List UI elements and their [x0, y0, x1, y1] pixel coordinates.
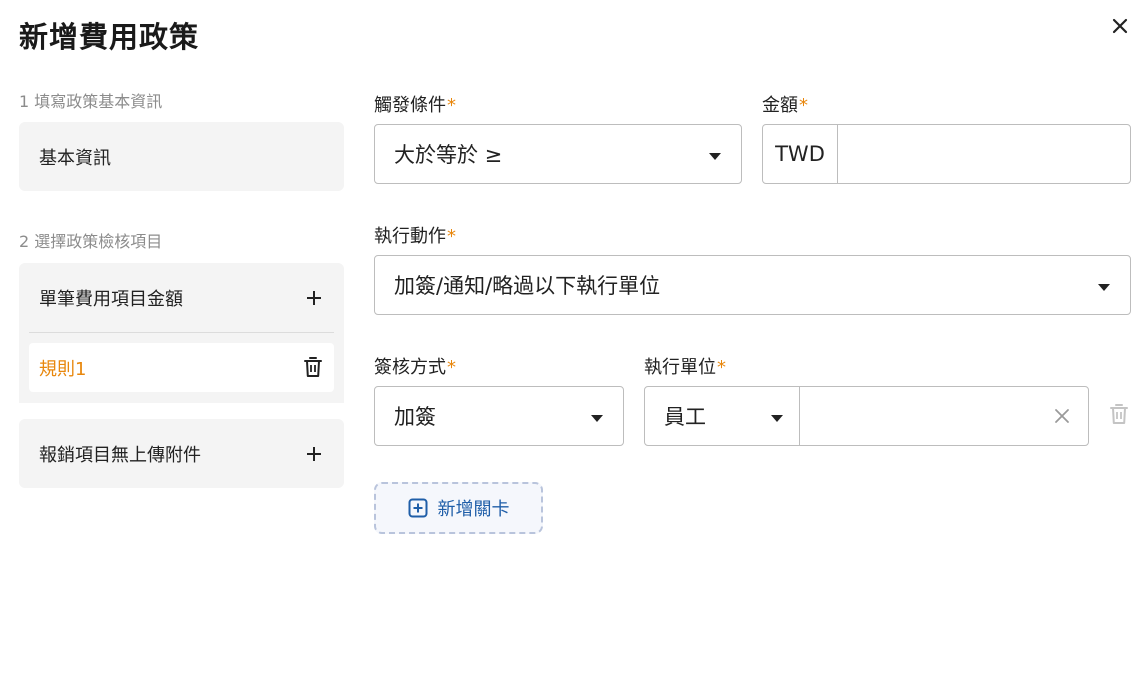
amount-field-group: TWD [762, 124, 1131, 184]
sidebar-item-single-amount[interactable]: 單筆費用項目金額 [19, 263, 344, 332]
plus-square-icon [408, 498, 427, 518]
step1-label: 1 填寫政策基本資訊 [19, 92, 163, 111]
approval-value: 加簽 [394, 405, 436, 429]
divider [29, 332, 334, 333]
approval-select[interactable]: 加簽 [374, 386, 624, 446]
action-value: 加簽/通知/略過以下執行單位 [394, 274, 661, 298]
trash-icon[interactable] [304, 357, 322, 378]
rule-item-1[interactable]: 規則1 [29, 343, 334, 392]
caret-down-icon [591, 414, 603, 422]
trash-icon [1110, 404, 1128, 424]
unit-type-select[interactable]: 員工 [645, 387, 800, 445]
amount-input[interactable] [838, 125, 1130, 183]
rule-label: 規則1 [39, 358, 87, 380]
unit-type-value: 員工 [664, 405, 706, 429]
trigger-value: 大於等於 ≥ [394, 143, 503, 167]
sidebar-item-label: 單筆費用項目金額 [39, 288, 183, 310]
caret-down-icon [771, 414, 783, 422]
clear-icon[interactable] [1054, 408, 1070, 424]
delete-row-button[interactable] [1110, 404, 1128, 429]
trigger-select[interactable]: 大於等於 ≥ [374, 124, 742, 184]
add-gate-label: 新增關卡 [437, 499, 510, 520]
close-button[interactable] [1106, 12, 1131, 40]
sidebar-item-attachment[interactable]: 報銷項目無上傳附件 [19, 419, 344, 488]
policy-check-single-amount: 單筆費用項目金額 規則1 [19, 263, 344, 403]
currency-addon: TWD [763, 125, 838, 183]
add-gate-button[interactable]: 新增關卡 [374, 482, 543, 534]
action-select[interactable]: 加簽/通知/略過以下執行單位 [374, 255, 1131, 315]
caret-down-icon [1098, 283, 1110, 291]
caret-down-icon [709, 152, 721, 160]
action-label: 執行動作* [374, 226, 456, 247]
sidebar-item-basic-info[interactable]: 基本資訊 [19, 122, 344, 191]
amount-label: 金額* [762, 95, 808, 116]
approval-label: 簽核方式* [374, 357, 456, 378]
unit-label: 執行單位* [644, 357, 726, 378]
dialog-title: 新增費用政策 [19, 20, 200, 54]
close-icon [1112, 18, 1128, 34]
unit-search-input[interactable] [800, 387, 1088, 445]
sidebar-item-label: 基本資訊 [39, 147, 111, 169]
plus-icon[interactable] [306, 446, 322, 462]
step2-label: 2 選擇政策檢核項目 [19, 232, 163, 251]
unit-field-group: 員工 [644, 386, 1089, 446]
sidebar-item-label: 報銷項目無上傳附件 [39, 444, 201, 466]
plus-icon[interactable] [306, 290, 322, 306]
trigger-label: 觸發條件* [374, 95, 456, 116]
